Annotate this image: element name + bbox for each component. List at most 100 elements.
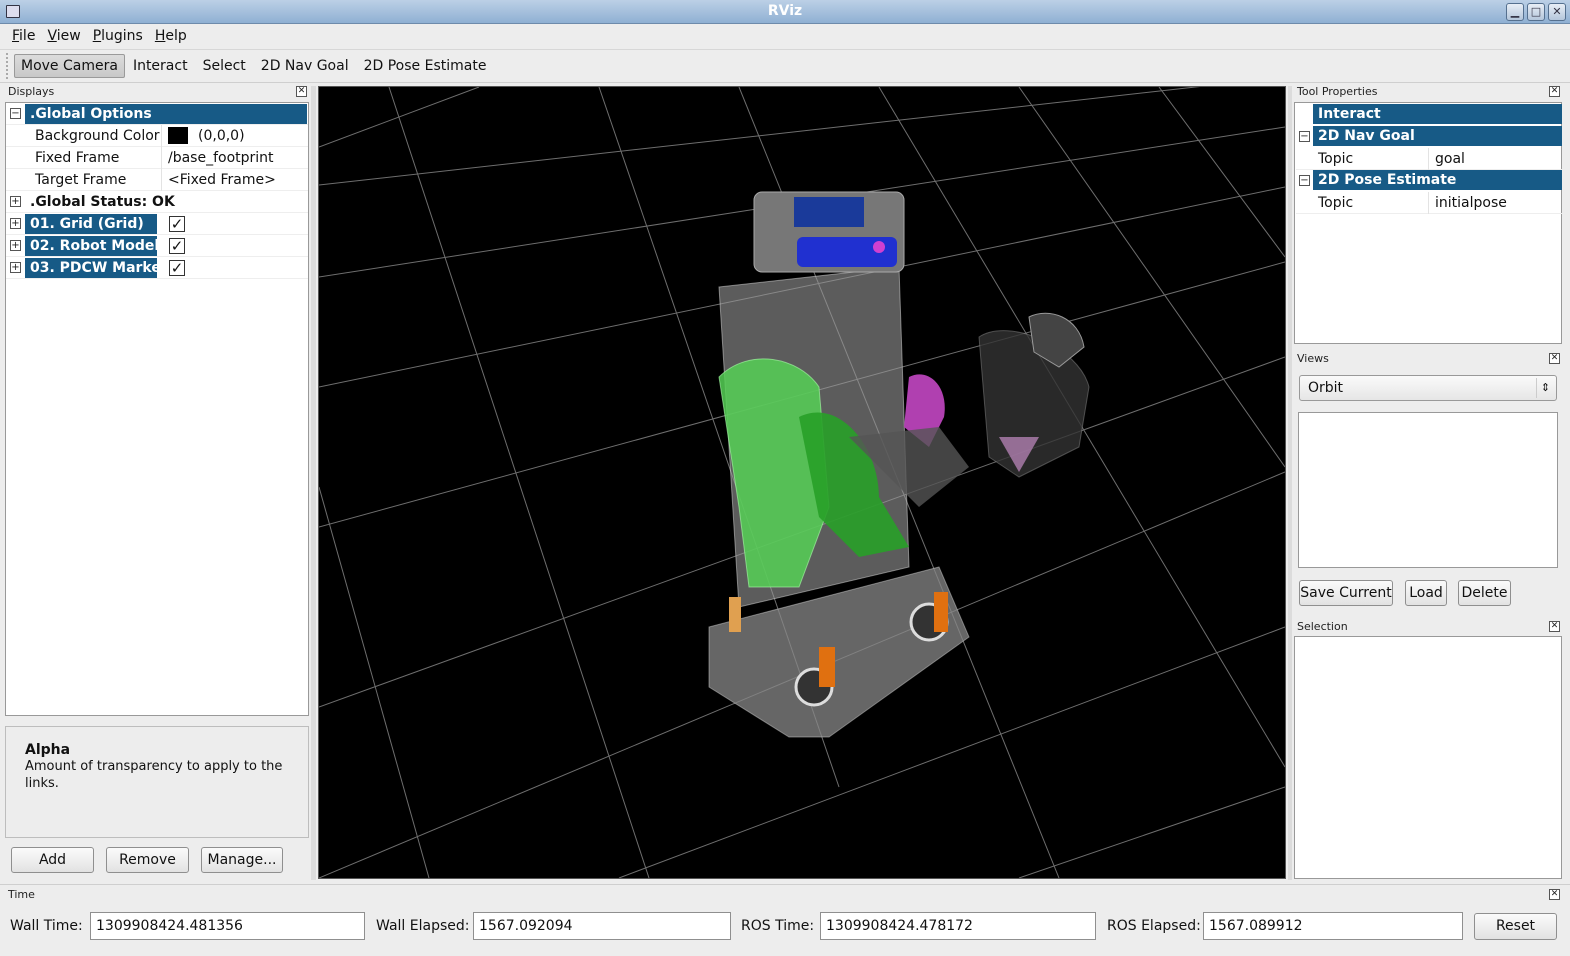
selection-panel-header: Selection ✕ [1294, 619, 1562, 635]
target-frame-value[interactable]: <Fixed Frame> [163, 169, 276, 191]
nav-goal-row[interactable]: − 2D Nav Goal [1296, 126, 1562, 148]
property-name: Fixed Frame [30, 147, 162, 169]
robot-model [708, 191, 1090, 738]
display-item-pdcw-marker[interactable]: + 03. PDCW Marke ✓ [6, 257, 308, 279]
views-panel-header: Views ✕ [1294, 351, 1562, 367]
display-item-robot-model[interactable]: + 02. Robot Model ✓ [6, 235, 308, 257]
property-name: Target Frame [30, 169, 162, 191]
close-icon[interactable]: ✕ [1549, 353, 1560, 364]
selection-tree[interactable] [1294, 636, 1562, 879]
nav-goal-tool[interactable]: 2D Nav Goal [254, 54, 356, 78]
scene-canvas [319, 87, 1285, 878]
tool-bar: Move Camera Interact Select 2D Nav Goal … [0, 49, 1570, 83]
ros-elapsed-field[interactable]: 1567.089912 [1203, 912, 1463, 940]
menu-help[interactable]: Help [149, 28, 193, 44]
ros-time-label: ROS Time: [741, 918, 815, 934]
window-controls: ▁ □ ✕ [1506, 3, 1566, 21]
pose-estimate-topic-row[interactable]: Topic initialpose [1296, 192, 1562, 214]
interact-tool[interactable]: Interact [126, 54, 195, 78]
manage-displays-button[interactable]: Manage... [201, 847, 283, 873]
close-icon[interactable]: ✕ [1549, 86, 1560, 97]
property-help-panel: Alpha Amount of transparency to apply to… [5, 726, 309, 838]
display-item-label: 01. Grid (Grid) [25, 214, 157, 234]
views-list[interactable] [1298, 412, 1558, 568]
ros-time-field[interactable]: 1309908424.478172 [820, 912, 1096, 940]
menu-view[interactable]: View [41, 28, 86, 44]
save-current-view-button[interactable]: Save Current [1299, 580, 1393, 606]
minimize-icon[interactable]: ▁ [1506, 3, 1524, 21]
close-icon[interactable]: ✕ [1549, 621, 1560, 632]
tool-properties-tree: Interact − 2D Nav Goal Topic goal − 2D P… [1294, 102, 1562, 344]
minus-icon[interactable]: − [10, 108, 21, 119]
menu-plugins[interactable]: Plugins [87, 28, 149, 44]
pose-estimate-tool[interactable]: 2D Pose Estimate [357, 54, 494, 78]
close-icon[interactable]: ✕ [296, 86, 307, 97]
target-frame-row[interactable]: Target Frame <Fixed Frame> [6, 169, 308, 191]
color-swatch[interactable] [168, 126, 188, 144]
nav-goal-topic-value[interactable]: goal [1430, 148, 1465, 170]
move-camera-tool[interactable]: Move Camera [14, 54, 125, 78]
nav-goal-label: 2D Nav Goal [1313, 126, 1562, 146]
interact-label: Interact [1313, 104, 1562, 124]
maximize-icon[interactable]: □ [1527, 3, 1545, 21]
property-name: Topic [1313, 148, 1429, 170]
wall-elapsed-field[interactable]: 1567.092094 [473, 912, 731, 940]
plus-icon[interactable]: + [10, 262, 21, 273]
wall-time-field[interactable]: 1309908424.481356 [90, 912, 365, 940]
nav-goal-topic-row[interactable]: Topic goal [1296, 148, 1562, 170]
delete-view-button[interactable]: Delete [1458, 580, 1511, 606]
menu-bar: File View Plugins Help [0, 24, 1570, 48]
background-color-value: (0,0,0) [198, 128, 245, 144]
interact-row[interactable]: Interact [1296, 104, 1562, 126]
views-panel-title: Views [1297, 352, 1329, 365]
remove-display-button[interactable]: Remove [106, 847, 189, 873]
plus-icon[interactable]: + [10, 196, 21, 207]
time-panel-title: Time [8, 888, 35, 901]
view-type-value: Orbit [1308, 380, 1344, 396]
plus-icon[interactable]: + [10, 240, 21, 251]
property-value[interactable]: (0,0,0) [163, 125, 245, 147]
checkmark-icon[interactable]: ✓ [169, 260, 185, 276]
close-icon[interactable]: ✕ [1549, 889, 1560, 900]
displays-panel-title: Displays [8, 85, 55, 98]
render-viewport[interactable] [318, 86, 1286, 879]
minus-icon[interactable]: − [1299, 131, 1310, 142]
property-name: Topic [1313, 192, 1429, 214]
displays-tree: − .Global Options Background Color (0,0,… [5, 102, 309, 716]
display-item-label: 03. PDCW Marke [25, 258, 157, 278]
wall-elapsed-label: Wall Elapsed: [376, 918, 470, 934]
view-type-select[interactable]: Orbit ⇕ [1299, 375, 1557, 401]
updown-arrow-icon: ⇕ [1536, 378, 1554, 398]
minus-icon[interactable]: − [1299, 175, 1310, 186]
global-status-row[interactable]: + .Global Status: OK [6, 191, 308, 213]
background-color-row[interactable]: Background Color (0,0,0) [6, 125, 308, 147]
fixed-frame-row[interactable]: Fixed Frame /base_footprint [6, 147, 308, 169]
property-name: Background Color [30, 125, 162, 147]
app-icon [6, 5, 20, 18]
global-options-label: .Global Options [25, 104, 307, 124]
checkmark-icon[interactable]: ✓ [169, 238, 185, 254]
checkmark-icon[interactable]: ✓ [169, 216, 185, 232]
left-splitter[interactable] [311, 86, 316, 880]
plus-icon[interactable]: + [10, 218, 21, 229]
selection-panel-title: Selection [1297, 620, 1348, 633]
help-text: Amount of transparency to apply to the l… [25, 759, 283, 791]
time-panel-header: Time ✕ [5, 887, 1562, 903]
select-tool[interactable]: Select [196, 54, 253, 78]
pose-estimate-label: 2D Pose Estimate [1313, 170, 1562, 190]
pose-estimate-row[interactable]: − 2D Pose Estimate [1296, 170, 1562, 192]
fixed-frame-value[interactable]: /base_footprint [163, 147, 274, 169]
help-title: Alpha [25, 742, 71, 758]
menu-file[interactable]: File [6, 28, 41, 44]
load-view-button[interactable]: Load [1405, 580, 1447, 606]
reset-time-button[interactable]: Reset [1474, 913, 1557, 940]
right-splitter[interactable] [1288, 86, 1292, 880]
global-options-row[interactable]: − .Global Options [6, 103, 308, 125]
add-display-button[interactable]: Add [11, 847, 94, 873]
toolbar-grip[interactable] [6, 53, 10, 79]
display-item-grid[interactable]: + 01. Grid (Grid) ✓ [6, 213, 308, 235]
tool-properties-panel-header: Tool Properties ✕ [1294, 84, 1562, 100]
title-bar: RViz ▁ □ ✕ [0, 0, 1570, 24]
pose-estimate-topic-value[interactable]: initialpose [1430, 192, 1507, 214]
close-window-icon[interactable]: ✕ [1548, 3, 1566, 21]
